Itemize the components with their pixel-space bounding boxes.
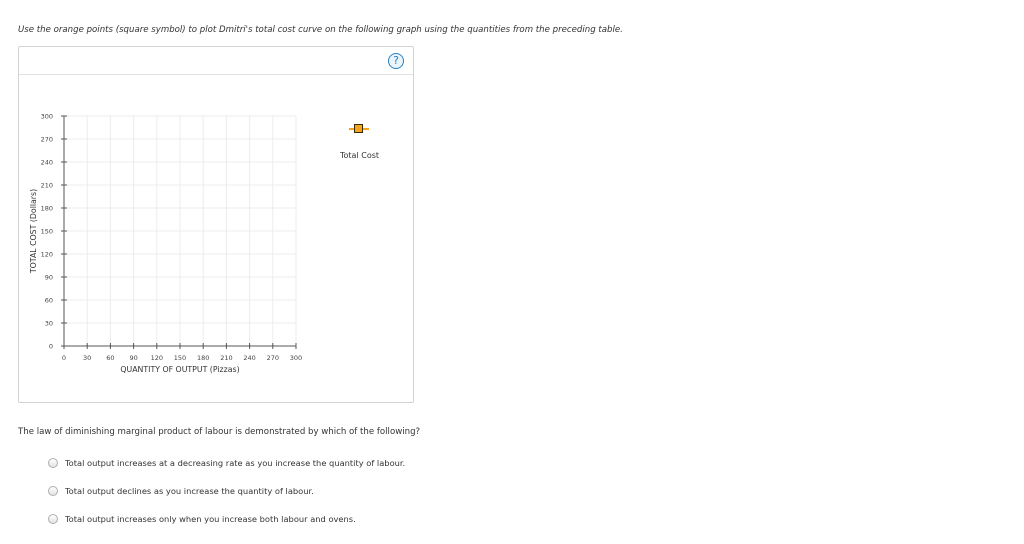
y-tick-label: 180 — [41, 205, 53, 213]
total-cost-legend-marker[interactable] — [347, 123, 371, 135]
y-tick-label: 0 — [49, 343, 53, 351]
y-tick-label: 240 — [41, 159, 53, 167]
x-tick-label: 120 — [151, 354, 163, 362]
x-tick-label: 60 — [106, 354, 114, 362]
y-tick-label: 270 — [41, 136, 53, 144]
x-tick-label: 150 — [174, 354, 186, 362]
y-tick-label: 30 — [45, 320, 53, 328]
answer-option-3[interactable]: Total output increases only when you inc… — [48, 513, 356, 525]
x-tick-label: 180 — [197, 354, 209, 362]
y-tick-label: 210 — [41, 182, 53, 190]
x-axis-title: QUANTITY OF OUTPUT (Pizzas) — [120, 365, 239, 374]
x-tick-label: 270 — [267, 354, 279, 362]
instruction-text: Use the orange points (square symbol) to… — [18, 25, 623, 35]
radio-button[interactable] — [48, 458, 58, 468]
answer-option-label: Total output increases at a decreasing r… — [65, 458, 406, 468]
orange-square-icon — [354, 124, 363, 133]
x-tick-label: 210 — [220, 354, 232, 362]
y-tick-label: 60 — [45, 297, 53, 305]
y-tick-label: 300 — [41, 113, 53, 121]
graph-panel: ? 0 30 60 90 120 150 180 210 240 270 300 0 30 60 90 120… — [18, 46, 414, 403]
answer-option-1[interactable]: Total output increases at a decreasing r… — [48, 457, 405, 469]
y-tick-label: 90 — [45, 274, 53, 282]
y-tick-label: 120 — [41, 251, 53, 259]
y-axis-title: TOTAL COST (Dollars) — [29, 189, 38, 274]
radio-button[interactable] — [48, 514, 58, 524]
total-cost-chart[interactable]: 0 30 60 90 120 150 180 210 240 270 300 0 30 60 90 120 15… — [19, 47, 413, 402]
x-tick-label: 300 — [290, 354, 302, 362]
answer-option-2[interactable]: Total output declines as you increase th… — [48, 485, 314, 497]
answer-option-label: Total output increases only when you inc… — [65, 514, 356, 524]
question-text: The law of diminishing marginal product … — [18, 427, 421, 437]
legend-label: Total Cost — [340, 151, 380, 160]
x-tick-label: 240 — [243, 354, 255, 362]
x-tick-label: 0 — [62, 354, 66, 362]
x-tick-label: 30 — [83, 354, 91, 362]
x-tick-label: 90 — [129, 354, 137, 362]
radio-button[interactable] — [48, 486, 58, 496]
answer-option-label: Total output declines as you increase th… — [65, 486, 314, 496]
y-tick-label: 150 — [41, 228, 53, 236]
